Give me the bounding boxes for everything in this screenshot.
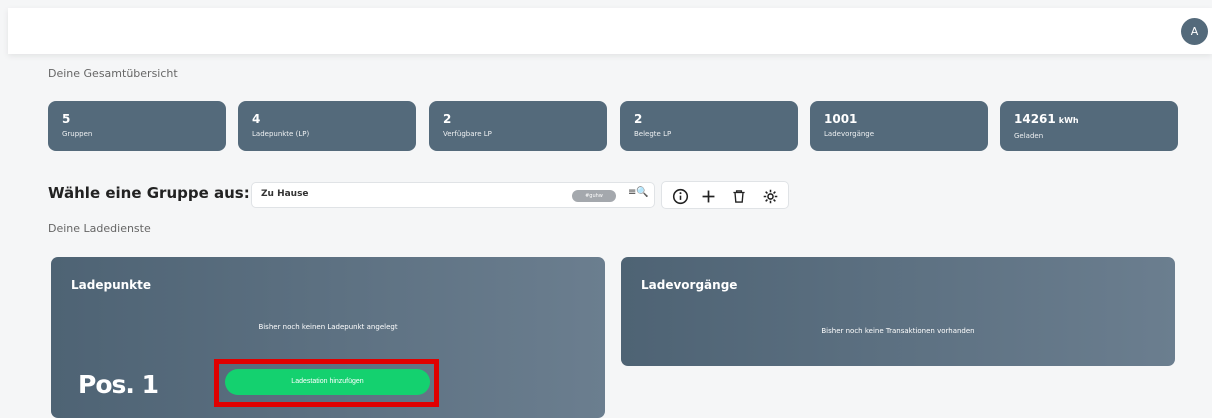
group-select-field[interactable]: Zu Hause #guhw ≡🔍: [251, 182, 655, 208]
stat-card-groups: 5 Gruppen: [48, 101, 226, 151]
stat-value: 1001: [824, 112, 858, 126]
stat-label: Ladepunkte (LP): [252, 130, 310, 138]
stat-card-charge-points: 4 Ladepunkte (LP): [238, 101, 416, 151]
stat-label: Gruppen: [62, 130, 93, 138]
search-list-icon[interactable]: ≡🔍: [628, 187, 649, 198]
group-action-toolbar: [661, 181, 789, 209]
stat-label: Verfügbare LP: [443, 130, 492, 138]
stat-value: 2: [634, 112, 643, 126]
ladevorgaenge-panel: Ladevorgänge Bisher noch keine Transakti…: [621, 257, 1175, 366]
stat-value: 5: [62, 112, 71, 126]
stat-label: Geladen: [1014, 132, 1044, 140]
stat-value: 14261 kWh: [1014, 112, 1079, 126]
gear-icon[interactable]: [759, 185, 781, 207]
plus-icon[interactable]: [697, 185, 719, 207]
stat-value: 4: [252, 112, 261, 126]
stat-card-occupied-points: 2 Belegte LP: [620, 101, 798, 151]
stat-label: Ladevorgänge: [824, 130, 875, 138]
add-charging-station-button[interactable]: Ladestation hinzufügen: [225, 369, 430, 395]
stat-unit: kWh: [1058, 116, 1079, 125]
group-tag-badge: #guhw: [572, 190, 616, 202]
stat-label: Belegte LP: [634, 130, 672, 138]
stat-card-available-points: 2 Verfügbare LP: [429, 101, 607, 151]
annotation-position-label: Pos. 1: [78, 370, 159, 399]
services-title: Deine Ladedienste: [48, 222, 151, 235]
top-bar: [8, 8, 1212, 54]
trash-icon[interactable]: [728, 185, 750, 207]
stat-card-energy: 14261 kWh Geladen: [1000, 101, 1178, 151]
overview-title: Deine Gesamtübersicht: [48, 67, 178, 80]
group-select-heading: Wähle eine Gruppe aus:: [48, 184, 250, 202]
ladepunkte-title: Ladepunkte: [71, 278, 152, 292]
ladevorgaenge-title: Ladevorgänge: [641, 278, 738, 292]
info-icon[interactable]: [669, 185, 691, 207]
stat-value: 2: [443, 112, 452, 126]
stat-card-charging-sessions: 1001 Ladevorgänge: [810, 101, 988, 151]
user-avatar[interactable]: A: [1181, 18, 1208, 45]
ladevorgaenge-empty-message: Bisher noch keine Transaktionen vorhande…: [821, 327, 975, 335]
selected-group-name: Zu Hause: [261, 189, 309, 199]
ladepunkte-empty-message: Bisher noch keinen Ladepunkt angelegt: [258, 323, 398, 331]
